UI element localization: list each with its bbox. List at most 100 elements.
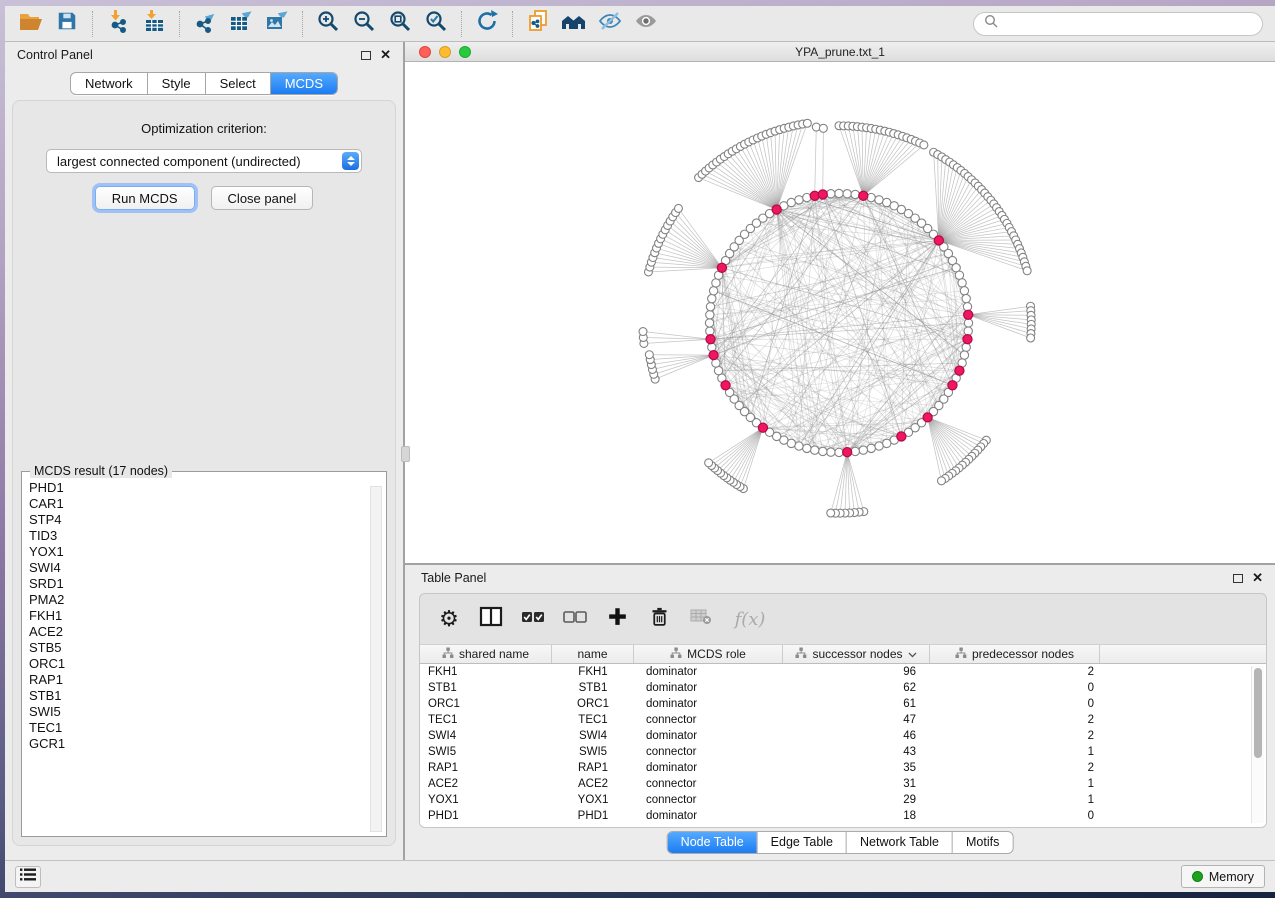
column-header[interactable]: successor nodes — [783, 645, 930, 663]
mcds-result-item[interactable]: SWI5 — [29, 704, 386, 720]
mcds-hub-node[interactable] — [963, 335, 972, 344]
ring-node[interactable] — [835, 448, 843, 456]
ring-node[interactable] — [875, 442, 883, 450]
ring-node[interactable] — [962, 294, 970, 302]
leaf-node[interactable] — [920, 141, 928, 149]
ring-node[interactable] — [859, 446, 867, 454]
save-button[interactable] — [49, 9, 85, 39]
tab-motifs[interactable]: Motifs — [952, 832, 1012, 853]
mcds-result-item[interactable]: PMA2 — [29, 592, 386, 608]
minimize-window-icon[interactable] — [439, 46, 451, 58]
ring-node[interactable] — [883, 439, 891, 447]
mcds-hub-node[interactable] — [964, 310, 973, 319]
memory-button[interactable]: Memory — [1181, 865, 1265, 888]
network-graph[interactable] — [405, 62, 1275, 563]
close-panel-icon[interactable]: ✕ — [1252, 573, 1263, 583]
mcds-result-item[interactable]: STB5 — [29, 640, 386, 656]
mcds-hub-node[interactable] — [897, 432, 906, 441]
hide-selected-button[interactable] — [592, 9, 628, 39]
close-panel-button[interactable]: Close panel — [211, 186, 314, 210]
maximize-window-icon[interactable] — [459, 46, 471, 58]
table-row[interactable]: SWI5SWI5connector431 — [420, 744, 1266, 760]
ring-node[interactable] — [709, 287, 717, 295]
table-row[interactable]: FKH1FKH1dominator962 — [420, 664, 1266, 680]
table-row[interactable]: YOX1YOX1connector291 — [420, 792, 1266, 808]
mcds-result-item[interactable]: CAR1 — [29, 496, 386, 512]
leaf-node[interactable] — [827, 509, 835, 517]
table-row[interactable]: SWI4SWI4dominator462 — [420, 728, 1266, 744]
mcds-hub-node[interactable] — [955, 366, 964, 375]
first-neighbors-button[interactable] — [556, 9, 592, 39]
show-columns-button[interactable] — [476, 604, 506, 634]
show-all-button[interactable] — [628, 9, 664, 39]
leaf-node[interactable] — [1027, 334, 1035, 342]
run-mcds-button[interactable]: Run MCDS — [95, 186, 195, 210]
zoom-out-button[interactable] — [346, 9, 382, 39]
search-input[interactable] — [1004, 15, 1252, 32]
ring-node[interactable] — [843, 190, 851, 198]
ring-node[interactable] — [955, 271, 963, 279]
ring-node[interactable] — [803, 444, 811, 452]
ring-node[interactable] — [964, 327, 972, 335]
ring-node[interactable] — [960, 351, 968, 359]
mcds-hub-node[interactable] — [758, 423, 767, 432]
ring-node[interactable] — [835, 189, 843, 197]
mcds-result-item[interactable]: STP4 — [29, 512, 386, 528]
ring-node[interactable] — [962, 343, 970, 351]
mcds-hub-node[interactable] — [859, 191, 868, 200]
ring-node[interactable] — [708, 294, 716, 302]
delete-table-button[interactable] — [686, 604, 716, 634]
clone-network-button[interactable] — [520, 9, 556, 39]
ring-node[interactable] — [795, 442, 803, 450]
table-row[interactable]: RAP1RAP1dominator352 — [420, 760, 1266, 776]
mcds-result-item[interactable]: STB1 — [29, 688, 386, 704]
zoom-fit-button[interactable] — [382, 9, 418, 39]
mcds-hub-node[interactable] — [721, 381, 730, 390]
task-history-button[interactable] — [15, 866, 41, 888]
table-scrollbar[interactable] — [1251, 666, 1264, 823]
ring-node[interactable] — [712, 279, 720, 287]
mcds-hub-node[interactable] — [717, 263, 726, 272]
mcds-hub-node[interactable] — [706, 335, 715, 344]
search-field[interactable] — [973, 12, 1263, 36]
ring-node[interactable] — [811, 446, 819, 454]
zoom-in-button[interactable] — [310, 9, 346, 39]
mcds-result-item[interactable]: GCR1 — [29, 736, 386, 752]
export-table-button[interactable] — [223, 9, 259, 39]
leaf-node[interactable] — [645, 351, 653, 359]
ring-node[interactable] — [851, 190, 859, 198]
mcds-hub-node[interactable] — [934, 236, 943, 245]
mcds-result-item[interactable]: SWI4 — [29, 560, 386, 576]
mcds-result-item[interactable]: YOX1 — [29, 544, 386, 560]
table-row[interactable]: ACE2ACE2connector311 — [420, 776, 1266, 792]
ring-node[interactable] — [827, 190, 835, 198]
mcds-hub-node[interactable] — [923, 413, 932, 422]
ring-node[interactable] — [819, 447, 827, 455]
column-header[interactable]: predecessor nodes — [930, 645, 1100, 663]
column-header[interactable]: MCDS role — [634, 645, 783, 663]
ring-node[interactable] — [705, 319, 713, 327]
column-settings-button[interactable]: ⚙ — [434, 604, 464, 634]
column-header[interactable]: shared name — [420, 645, 552, 663]
ring-node[interactable] — [958, 279, 966, 287]
mcds-result-item[interactable]: SRD1 — [29, 576, 386, 592]
network-canvas[interactable] — [405, 62, 1275, 563]
tab-mcds[interactable]: MCDS — [270, 73, 337, 94]
mcds-hub-node[interactable] — [818, 190, 827, 199]
mcds-result-item[interactable]: TID3 — [29, 528, 386, 544]
close-panel-icon[interactable]: ✕ — [380, 50, 391, 60]
leaf-node[interactable] — [674, 204, 682, 212]
mcds-result-item[interactable]: TEC1 — [29, 720, 386, 736]
ring-node[interactable] — [867, 444, 875, 452]
column-header[interactable]: name — [552, 645, 634, 663]
add-column-button[interactable] — [602, 604, 632, 634]
export-network-button[interactable] — [187, 9, 223, 39]
ring-node[interactable] — [706, 311, 714, 319]
tab-network-table[interactable]: Network Table — [846, 832, 952, 853]
mcds-hub-node[interactable] — [709, 351, 718, 360]
refresh-button[interactable] — [469, 9, 505, 39]
mcds-result-item[interactable]: ORC1 — [29, 656, 386, 672]
mcds-hub-node[interactable] — [948, 381, 957, 390]
ring-node[interactable] — [795, 196, 803, 204]
ring-node[interactable] — [960, 287, 968, 295]
